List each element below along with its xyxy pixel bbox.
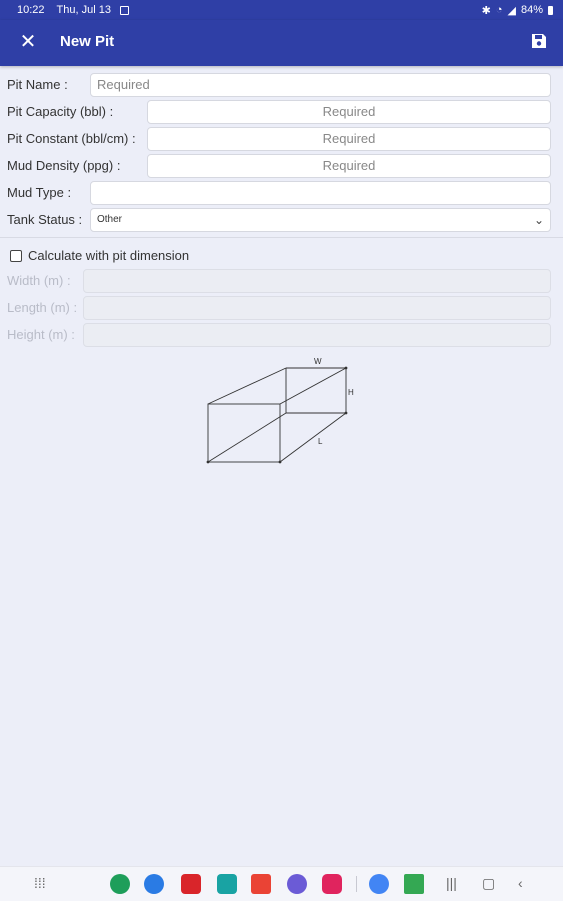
- pit-dimension-diagram: W H L: [206, 357, 354, 464]
- flipboard-app-icon[interactable]: [181, 874, 201, 894]
- tank-status-label: Tank Status :: [7, 212, 83, 227]
- mud-type-row: Mud Type :: [0, 181, 563, 205]
- calendar-app-icon[interactable]: [217, 874, 237, 894]
- system-nav-bar: ⁞⁞⁞ ||| ▢ ‹: [0, 866, 563, 901]
- browser-app-icon[interactable]: [287, 874, 307, 894]
- app-drawer-icon[interactable]: ⁞⁞⁞: [34, 875, 46, 891]
- app-bar: ✕ New Pit: [0, 20, 563, 66]
- recent-apps-icon[interactable]: |||: [446, 875, 457, 891]
- width-row: Width (m) :: [0, 269, 563, 293]
- length-input: [83, 296, 551, 320]
- pit-capacity-input[interactable]: Required: [147, 100, 551, 124]
- diagram-h-label: H: [348, 388, 354, 397]
- status-bar: 10:22 Thu, Jul 13 ✱ ◔ ◢ 84%: [0, 0, 563, 20]
- close-icon[interactable]: ✕: [18, 32, 38, 52]
- wifi-icon: ◔: [495, 4, 503, 16]
- pit-constant-row: Pit Constant (bbl/cm) : Required: [0, 127, 563, 151]
- tank-status-row: Tank Status : Other ⌄: [0, 208, 563, 232]
- status-date: Thu, Jul 13: [56, 4, 111, 16]
- tank-status-select[interactable]: Other ⌄: [90, 208, 551, 232]
- mud-density-row: Mud Density (ppg) : Required: [0, 154, 563, 178]
- pit-name-row: Pit Name : Required: [0, 73, 563, 97]
- save-icon[interactable]: [531, 33, 547, 49]
- chevron-down-icon: ⌄: [533, 213, 544, 227]
- battery-icon: [548, 5, 553, 15]
- pit-constant-input[interactable]: Required: [147, 127, 551, 151]
- width-input: [83, 269, 551, 293]
- mud-density-label: Mud Density (ppg) :: [7, 158, 121, 173]
- pit-constant-label: Pit Constant (bbl/cm) :: [7, 131, 136, 146]
- home-icon[interactable]: ▢: [482, 875, 495, 892]
- play-store-app-icon[interactable]: [404, 874, 424, 894]
- status-time: 10:22: [17, 4, 45, 16]
- diagram-w-label: W: [314, 357, 322, 366]
- dock-divider: [356, 876, 357, 892]
- mud-type-label: Mud Type :: [7, 185, 72, 200]
- pit-name-input[interactable]: Required: [90, 73, 551, 97]
- pit-capacity-row: Pit Capacity (bbl) : Required: [0, 100, 563, 124]
- chrome-app-icon[interactable]: [369, 874, 389, 894]
- signal-icon: ◢: [507, 4, 516, 17]
- gallery-icon: [119, 5, 129, 15]
- mud-type-input[interactable]: [90, 181, 551, 205]
- gmail-app-icon[interactable]: [251, 874, 271, 894]
- pit-dimension-checkbox-label: Calculate with pit dimension: [28, 248, 190, 263]
- length-row: Length (m) :: [0, 296, 563, 320]
- divider: [0, 237, 563, 238]
- page-title: New Pit: [60, 33, 115, 50]
- pit-dimension-checkbox-row[interactable]: Calculate with pit dimension: [10, 248, 189, 263]
- back-icon[interactable]: ‹: [518, 875, 523, 891]
- phone-app-icon[interactable]: [110, 874, 130, 894]
- height-row: Height (m) :: [0, 323, 563, 347]
- bluetooth-icon: ✱: [481, 4, 491, 17]
- pit-capacity-label: Pit Capacity (bbl) :: [7, 104, 114, 119]
- mud-density-input[interactable]: Required: [147, 154, 551, 178]
- messages-app-icon[interactable]: [144, 874, 164, 894]
- height-input: [83, 323, 551, 347]
- diagram-l-label: L: [318, 437, 323, 446]
- width-label: Width (m) :: [7, 273, 71, 288]
- pit-name-label: Pit Name :: [7, 77, 68, 92]
- screen-recorder-app-icon[interactable]: [322, 874, 342, 894]
- length-label: Length (m) :: [7, 300, 78, 315]
- battery-percent: 84%: [520, 4, 543, 16]
- height-label: Height (m) :: [7, 327, 75, 342]
- pit-dimension-checkbox[interactable]: [10, 249, 22, 262]
- tank-status-value: Other: [97, 214, 123, 225]
